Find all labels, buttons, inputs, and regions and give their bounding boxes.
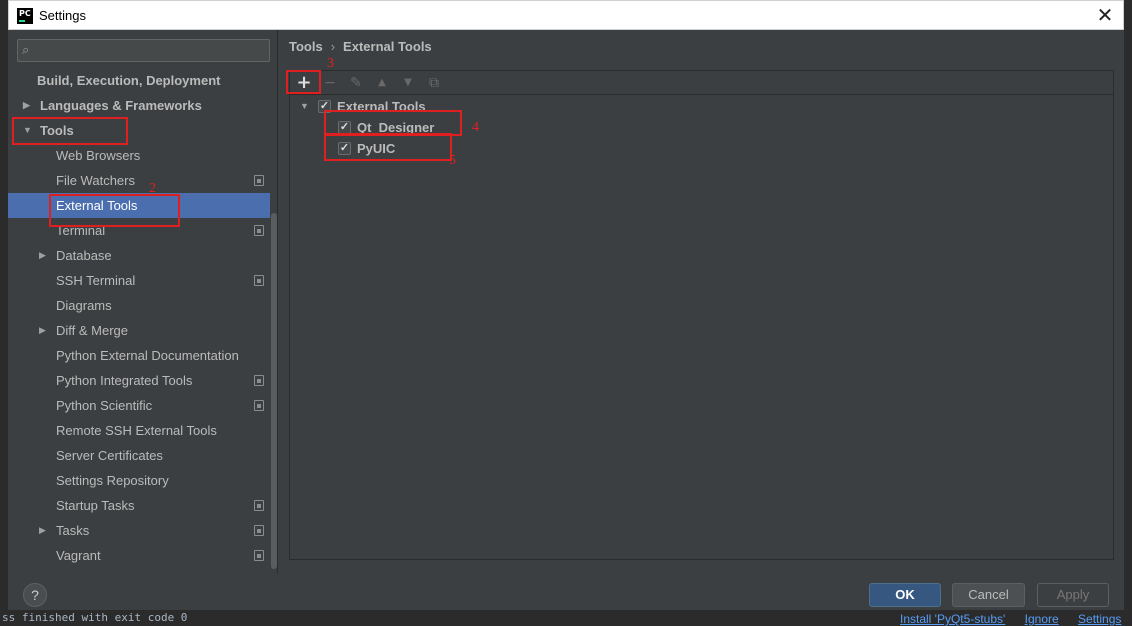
move-down-icon[interactable]: ▼	[398, 73, 418, 93]
apply-button[interactable]: Apply	[1037, 583, 1109, 607]
sidebar-item-label: Web Browsers	[56, 148, 141, 163]
project-scope-icon	[254, 375, 264, 386]
sidebar-item-label: Server Certificates	[56, 448, 163, 463]
sidebar-item-label: Python Scientific	[56, 398, 153, 413]
close-icon[interactable]: ✕	[1095, 4, 1115, 26]
sidebar-item-label: Python External Documentation	[56, 348, 239, 363]
settings-dialog: ⌕ Build, Execution, Deployment ▶ Languag…	[8, 30, 1124, 610]
sidebar-item-build[interactable]: Build, Execution, Deployment	[8, 68, 270, 93]
annotation-number-4: 4	[472, 120, 479, 135]
sidebar-item-label: Settings Repository	[56, 473, 169, 488]
sidebar-item-label: Languages & Frameworks	[40, 98, 202, 113]
breadcrumb-parent[interactable]: Tools	[289, 39, 323, 54]
screen: ss finished with exit code 0 Install 'Py…	[0, 0, 1132, 626]
move-up-icon[interactable]: ▲	[372, 73, 392, 93]
sidebar-item-label: SSH Terminal	[56, 273, 136, 288]
project-scope-icon	[254, 275, 264, 286]
sidebar-item-label: Startup Tasks	[56, 498, 135, 513]
sidebar-scrollbar[interactable]	[271, 213, 277, 569]
project-scope-icon	[254, 500, 264, 511]
notification-links: Install 'PyQt5-stubs' Ignore Settings	[900, 612, 1132, 626]
sidebar-item-web-browsers[interactable]: Web Browsers	[8, 143, 270, 168]
sidebar-item-vagrant[interactable]: Vagrant	[8, 543, 270, 568]
sidebar-item-tasks[interactable]: ▶ Tasks	[8, 518, 270, 543]
annotation-number-2: 2	[149, 181, 156, 196]
annotation-number-5: 5	[449, 153, 456, 168]
sidebar-item-label: Remote SSH External Tools	[56, 423, 217, 438]
project-scope-icon	[254, 525, 264, 536]
project-scope-icon	[254, 225, 264, 236]
sidebar-item-python-scientific[interactable]: Python Scientific	[8, 393, 270, 418]
breadcrumb: Tools › External Tools	[289, 39, 432, 54]
expand-arrow-icon[interactable]: ▶	[39, 318, 46, 343]
annotation-number-3: 3	[327, 56, 334, 71]
sidebar-item-startup-tasks[interactable]: Startup Tasks	[8, 493, 270, 518]
ide-background-left	[0, 28, 8, 626]
project-scope-icon	[254, 550, 264, 561]
annotation-box-add	[286, 70, 321, 94]
sidebar-item-remote-ssh-tools[interactable]: Remote SSH External Tools	[8, 418, 270, 443]
sidebar-item-diff-merge[interactable]: ▶ Diff & Merge	[8, 318, 270, 343]
expand-arrow-icon[interactable]: ▶	[39, 243, 46, 268]
breadcrumb-separator: ›	[330, 39, 336, 54]
sidebar-item-label: Diff & Merge	[56, 323, 129, 338]
sidebar-item-label: Tasks	[56, 523, 90, 538]
annotation-box-tools	[12, 117, 128, 145]
ide-background-bottom: ss finished with exit code 0 Install 'Py…	[0, 610, 1132, 626]
sidebar-item-label: Database	[56, 248, 112, 263]
install-stubs-link[interactable]: Install 'PyQt5-stubs'	[900, 612, 1005, 626]
sidebar-item-label: Python Integrated Tools	[56, 373, 193, 388]
edit-icon[interactable]: ✎	[346, 73, 366, 93]
ide-background-right	[1124, 28, 1132, 626]
expand-arrow-icon[interactable]: ▶	[39, 518, 46, 543]
settings-link[interactable]: Settings	[1078, 612, 1121, 626]
collapse-arrow-icon[interactable]: ▼	[300, 96, 309, 117]
sidebar-item-file-watchers[interactable]: File Watchers	[8, 168, 270, 193]
sidebar-item-label: Build, Execution, Deployment	[37, 73, 221, 88]
sidebar-item-database[interactable]: ▶ Database	[8, 243, 270, 268]
settings-sidebar: ⌕ Build, Execution, Deployment ▶ Languag…	[8, 30, 278, 573]
project-scope-icon	[254, 400, 264, 411]
sidebar-item-label: Diagrams	[56, 298, 112, 313]
title-bar: PC Settings ✕	[8, 0, 1124, 30]
sidebar-item-label: File Watchers	[56, 173, 135, 188]
sidebar-item-server-certificates[interactable]: Server Certificates	[8, 443, 270, 468]
window-title: Settings	[39, 8, 86, 23]
tools-toolbar: + − ✎ ▲ ▼ ⧉	[290, 71, 1113, 95]
project-scope-icon	[254, 175, 264, 186]
run-console-text: ss finished with exit code 0	[2, 611, 188, 624]
sidebar-item-languages[interactable]: ▶ Languages & Frameworks	[8, 93, 270, 118]
annotation-box-pyuic	[324, 133, 452, 161]
ok-button[interactable]: OK	[869, 583, 941, 607]
sidebar-item-label: Vagrant	[56, 548, 101, 563]
annotation-box-external-tools	[49, 194, 180, 227]
remove-icon[interactable]: −	[320, 73, 340, 93]
sidebar-item-settings-repository[interactable]: Settings Repository	[8, 468, 270, 493]
breadcrumb-current: External Tools	[343, 39, 432, 54]
cancel-button[interactable]: Cancel	[952, 583, 1025, 607]
ignore-link[interactable]: Ignore	[1025, 612, 1059, 626]
pycharm-logo-icon: PC	[17, 8, 33, 24]
sidebar-item-diagrams[interactable]: Diagrams	[8, 293, 270, 318]
search-icon: ⌕	[22, 43, 30, 58]
copy-icon[interactable]: ⧉	[424, 73, 444, 93]
search-input[interactable]: ⌕	[17, 39, 270, 62]
sidebar-item-python-integrated-tools[interactable]: Python Integrated Tools	[8, 368, 270, 393]
help-icon[interactable]: ?	[23, 583, 47, 607]
expand-arrow-icon[interactable]: ▶	[23, 93, 30, 118]
sidebar-item-python-external-docs[interactable]: Python External Documentation	[8, 343, 270, 368]
sidebar-item-ssh-terminal[interactable]: SSH Terminal	[8, 268, 270, 293]
